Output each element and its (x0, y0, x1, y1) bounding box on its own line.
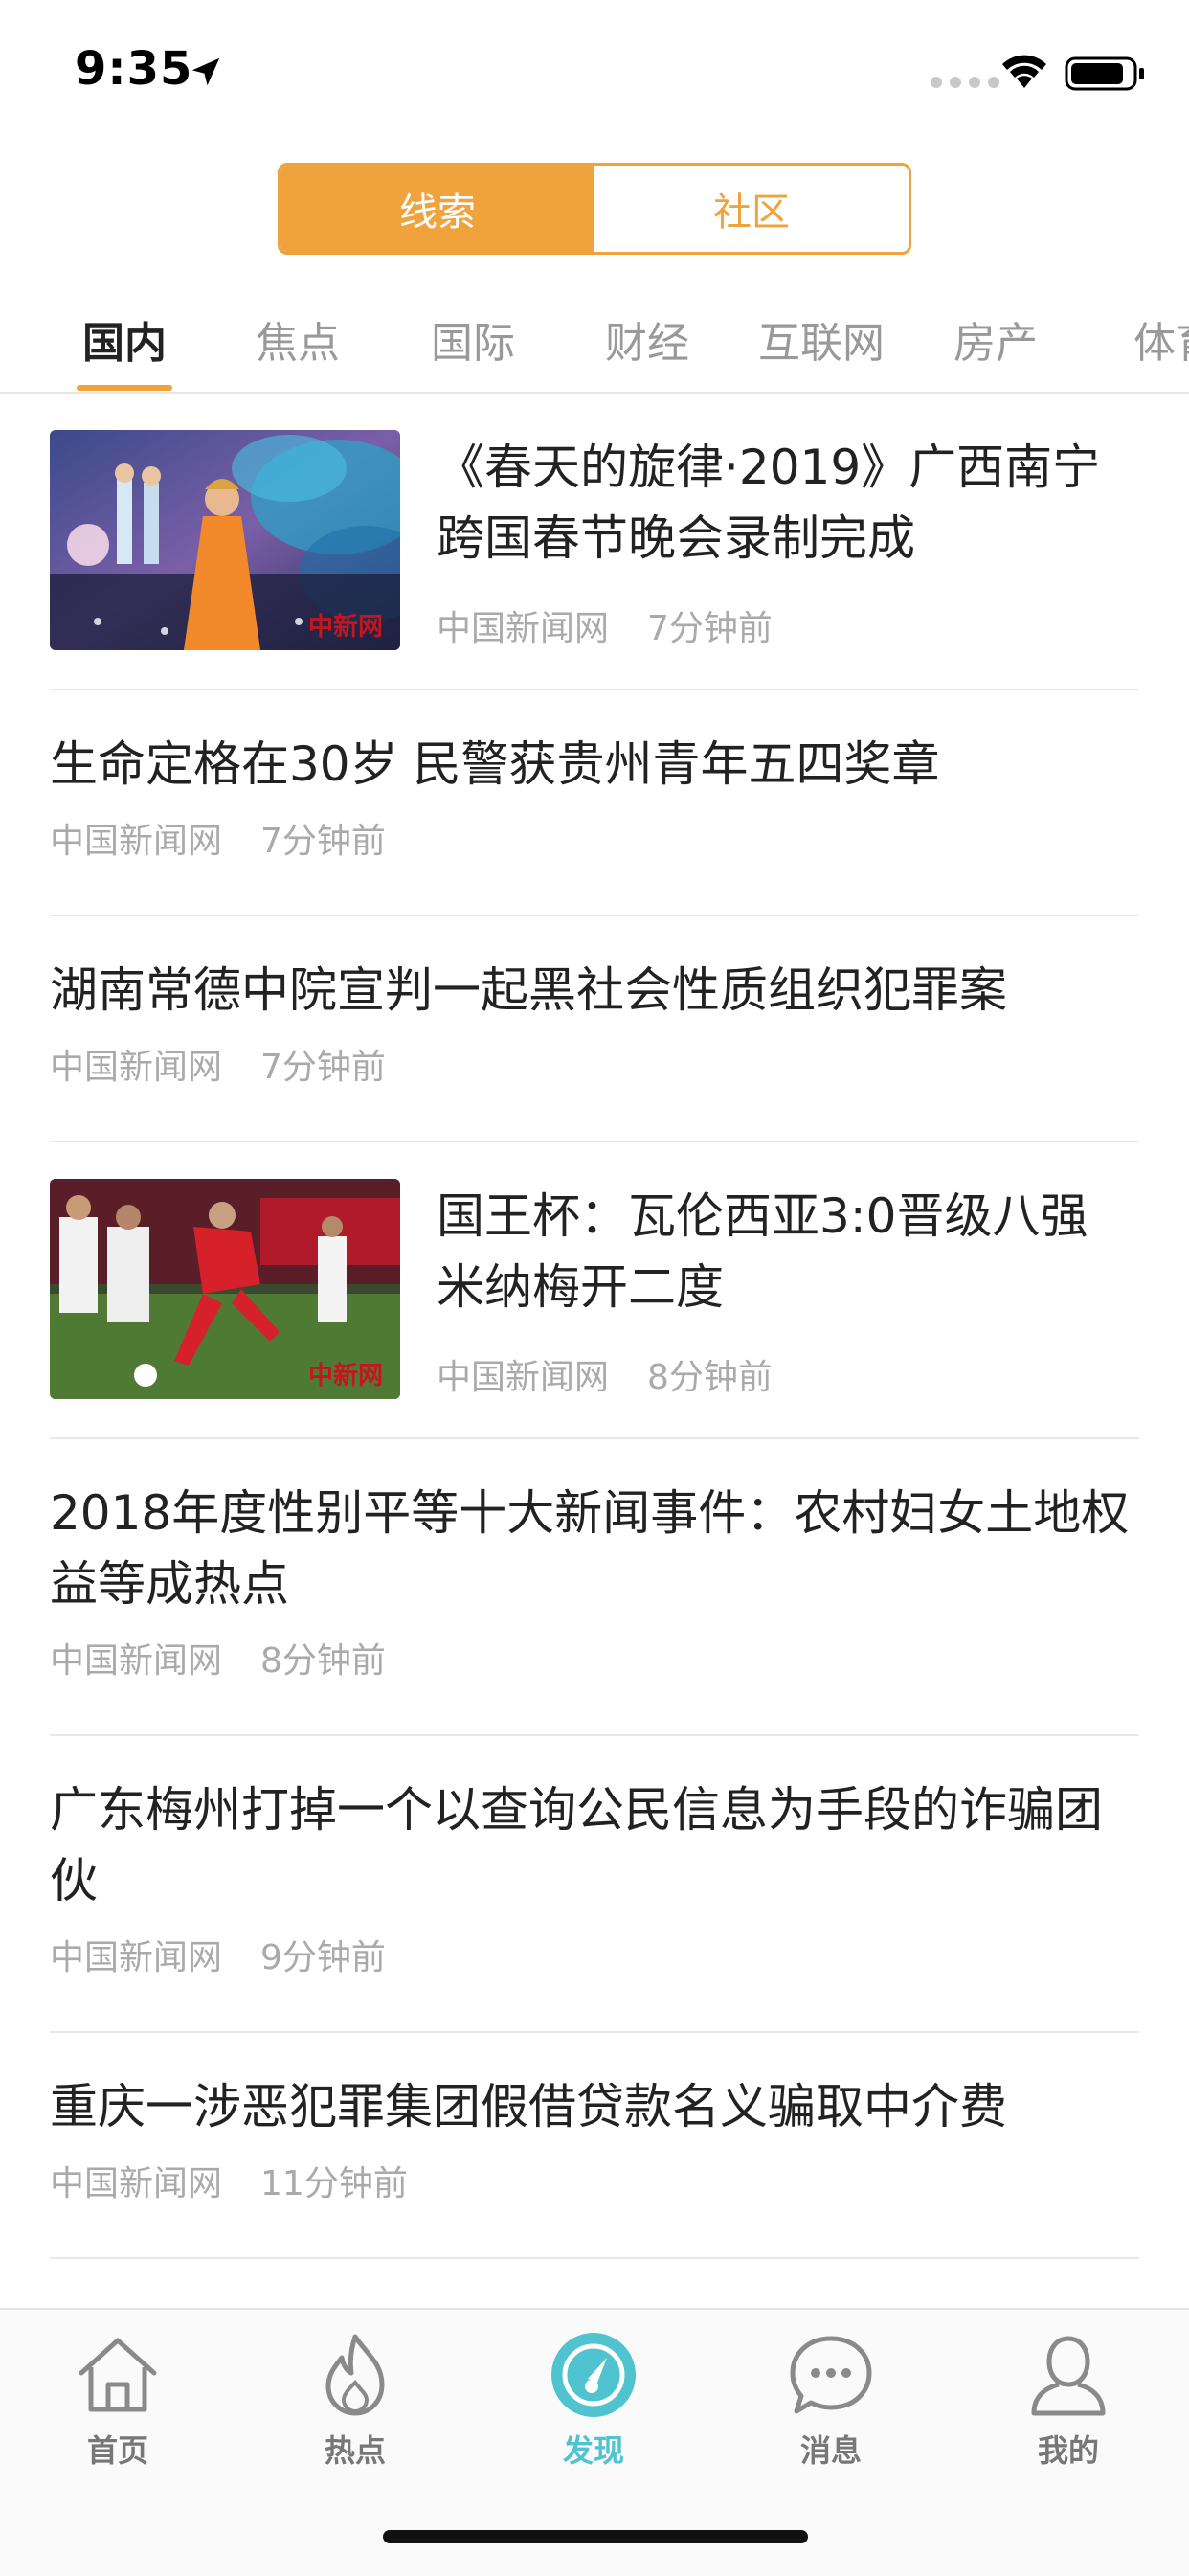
news-item[interactable]: 重庆一涉恶犯罪集团假借贷款名义骗取中介费 中国新闻网 11分钟前 (50, 2033, 1139, 2259)
news-time: 9分钟前 (260, 1938, 386, 1977)
news-item[interactable]: 湖南常德中院宣判一起黑社会性质组织犯罪案 中国新闻网 7分钟前 (50, 916, 1139, 1142)
tabbar-discover-label: 发现 (562, 2432, 624, 2469)
news-title: 广东梅州打掉一个以查询公民信息为手段的诈骗团伙 (50, 1782, 1103, 1909)
news-meta: 中国新闻网 9分钟前 (50, 1930, 1139, 2025)
tabbar-hot[interactable]: 热点 (279, 2329, 432, 2471)
tab-domestic[interactable]: 国内 (82, 308, 167, 370)
news-meta: 中国新闻网 8分钟前 (50, 1633, 1139, 1729)
tabbar-discover[interactable]: 发现 (517, 2329, 670, 2471)
news-title: 2018年度性别平等十大新闻事件：农村妇女土地权益等成热点 (50, 1485, 1130, 1612)
news-source: 中国新闻网 (437, 609, 610, 648)
tabbar-profile[interactable]: 我的 (992, 2329, 1145, 2471)
tab-finance[interactable]: 财经 (605, 308, 689, 370)
tabbar-hot-label: 热点 (324, 2432, 386, 2469)
tab-sports[interactable]: 体育 (1133, 308, 1189, 370)
news-source: 中国新闻网 (50, 1938, 223, 1977)
news-list: 中新网 《春天的旋律·2019》广西南宁跨国春节晚会录制完成 中国新闻网 7分钟前… (0, 394, 1189, 2259)
tab-focus[interactable]: 焦点 (256, 308, 340, 370)
tab-international[interactable]: 国际 (431, 308, 515, 370)
flame-icon (325, 2334, 385, 2416)
image-watermark: 中新网 (307, 613, 383, 642)
news-item[interactable]: 2018年度性别平等十大新闻事件：农村妇女土地权益等成热点 中国新闻网 8分钟前 (50, 1439, 1139, 1736)
news-source: 中国新闻网 (50, 1048, 223, 1087)
news-item[interactable]: 广东梅州打掉一个以查询公民信息为手段的诈骗团伙 中国新闻网 9分钟前 (50, 1736, 1139, 2033)
image-watermark: 中新网 (307, 1362, 383, 1390)
tabbar-messages-label: 消息 (799, 2432, 862, 2469)
tab-real-estate[interactable]: 房产 (953, 308, 1038, 370)
news-time: 7分钟前 (647, 609, 773, 648)
news-source: 中国新闻网 (437, 1358, 610, 1397)
news-item[interactable]: 生命定格在30岁 民警获贵州青年五四奖章 中国新闻网 7分钟前 (50, 690, 1139, 916)
news-title: 《春天的旋律·2019》广西南宁跨国春节晚会录制完成 (437, 440, 1101, 566)
wifi-icon (1002, 55, 1046, 88)
news-title: 国王杯：瓦伦西亚3:0晋级八强 米纳梅开二度 (437, 1188, 1088, 1315)
chat-icon (790, 2336, 872, 2414)
segment-community[interactable]: 社区 (594, 166, 909, 252)
news-meta: 中国新闻网 11分钟前 (50, 2156, 1139, 2251)
home-indicator[interactable] (383, 2530, 808, 2543)
home-icon (79, 2338, 157, 2412)
location-arrow-icon (191, 57, 220, 86)
news-meta: 中国新闻网 8分钟前 (437, 1349, 773, 1399)
compass-icon (551, 2333, 636, 2417)
news-meta: 中国新闻网 7分钟前 (50, 813, 1139, 909)
cellular-signal-icon (931, 77, 999, 88)
news-time: 8分钟前 (260, 1641, 386, 1681)
tabbar-home[interactable]: 首页 (41, 2329, 194, 2471)
football-photo-thumbnail: 中新网 (50, 1179, 400, 1399)
segment-clues[interactable]: 线索 (280, 166, 594, 252)
news-source: 中国新闻网 (50, 2164, 223, 2203)
news-time: 11分钟前 (260, 2164, 408, 2203)
status-bar: 9:35 (0, 0, 1189, 144)
news-meta: 中国新闻网 7分钟前 (437, 600, 773, 650)
concert-photo-thumbnail: 中新网 (50, 430, 400, 650)
battery-icon (1065, 56, 1144, 91)
segmented-control: 线索 社区 (278, 163, 911, 255)
tabbar-profile-label: 我的 (1037, 2432, 1099, 2469)
status-time: 9:35 (75, 42, 193, 96)
category-tabs: 国内 焦点 国际 财经 互联网 房产 体育 (0, 287, 1189, 393)
tabbar-home-label: 首页 (86, 2432, 148, 2469)
news-item[interactable]: 中新网 国王杯：瓦伦西亚3:0晋级八强 米纳梅开二度 中国新闻网 8分钟前 (50, 1142, 1139, 1439)
tab-internet[interactable]: 互联网 (758, 308, 885, 370)
news-title: 湖南常德中院宣判一起黑社会性质组织犯罪案 (50, 962, 1007, 1018)
active-tab-indicator (77, 385, 172, 391)
news-source: 中国新闻网 (50, 822, 223, 861)
news-title: 重庆一涉恶犯罪集团假借贷款名义骗取中介费 (50, 2079, 1007, 2135)
news-source: 中国新闻网 (50, 1641, 223, 1681)
news-meta: 中国新闻网 7分钟前 (50, 1039, 1139, 1135)
news-item[interactable]: 中新网 《春天的旋律·2019》广西南宁跨国春节晚会录制完成 中国新闻网 7分钟前 (50, 394, 1139, 690)
news-time: 8分钟前 (647, 1358, 773, 1397)
news-time: 7分钟前 (260, 1048, 386, 1087)
news-time: 7分钟前 (260, 822, 386, 861)
person-icon (1031, 2336, 1106, 2416)
news-title: 生命定格在30岁 民警获贵州青年五四奖章 (50, 736, 940, 792)
tabbar-messages[interactable]: 消息 (754, 2329, 908, 2471)
